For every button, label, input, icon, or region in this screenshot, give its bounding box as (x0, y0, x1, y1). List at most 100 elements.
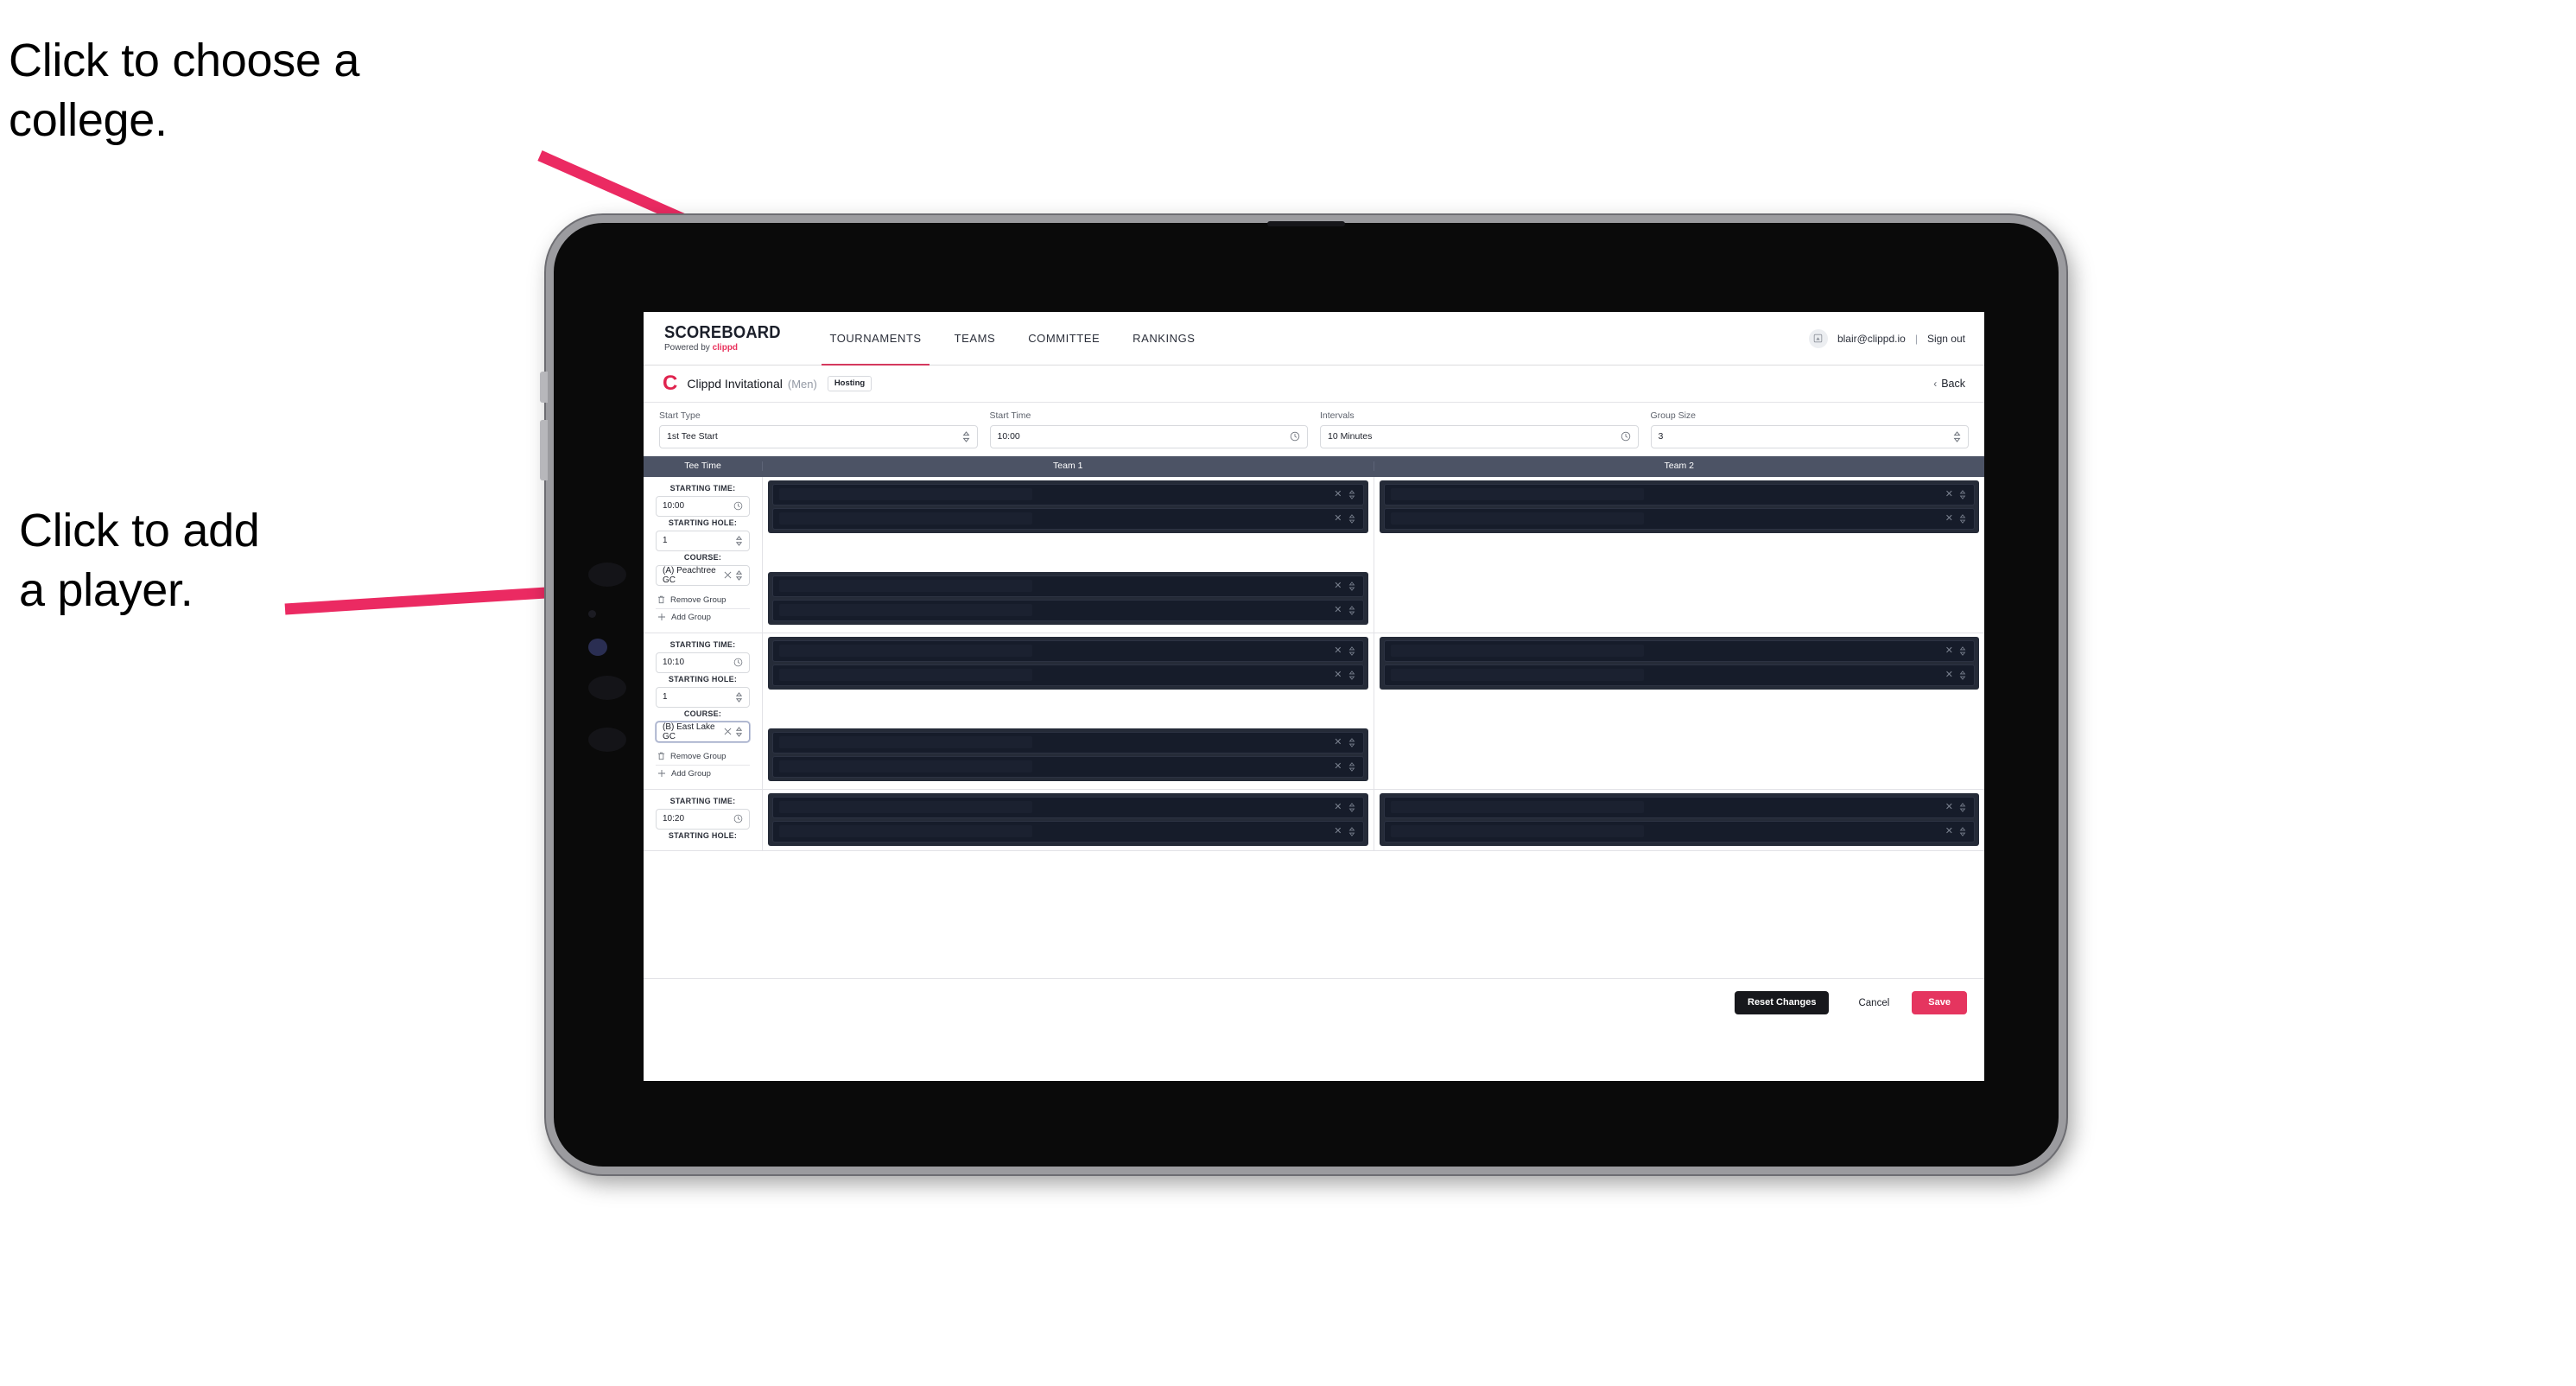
cancel-button[interactable]: Cancel (1841, 991, 1907, 1015)
remove-group-button[interactable]: Remove Group (656, 748, 750, 765)
player-slot-icons: ✕ (1334, 513, 1355, 524)
clock-icon (733, 814, 743, 823)
player-name-redacted (1390, 669, 1644, 681)
control-start-time-label: Start Time (989, 410, 1031, 421)
nav-tab-tournaments[interactable]: TOURNAMENTS (813, 312, 937, 366)
remove-player-icon[interactable]: ✕ (1945, 802, 1953, 812)
nav-tab-teams[interactable]: TEAMS (938, 312, 1012, 365)
starting-hole-label: STARTING HOLE: (668, 830, 738, 840)
nav-tab-rankings[interactable]: RANKINGS (1116, 312, 1211, 365)
tablet-volume-up-button[interactable] (540, 372, 548, 403)
starting-time-label: STARTING TIME: (669, 483, 736, 493)
player-slot[interactable]: ✕ (1383, 820, 1975, 842)
starting-time-input[interactable]: 10:10 (656, 652, 750, 673)
tournament-gender: (Men) (787, 377, 817, 391)
schedule-table-body[interactable]: STARTING TIME: 10:00 STARTING HOLE: 1 CO… (644, 476, 1984, 979)
clear-course-icon[interactable] (724, 569, 743, 581)
back-link[interactable]: ‹ Back (1933, 378, 1965, 390)
player-slot[interactable]: ✕ (1383, 507, 1975, 530)
course-select[interactable]: (A) Peachtree GC (656, 564, 750, 586)
player-slot[interactable]: ✕ (772, 599, 1364, 621)
user-avatar-icon[interactable] (1808, 328, 1828, 348)
stepper-updown-icon (1959, 670, 1966, 680)
remove-player-icon[interactable]: ✕ (1334, 581, 1342, 591)
group-block: ✕ ✕ (1379, 792, 1979, 846)
tablet-indicator-light (588, 639, 607, 656)
sign-out-link[interactable]: Sign out (1927, 333, 1965, 345)
player-slot[interactable]: ✕ (772, 575, 1364, 597)
player-slot-icons: ✕ (1945, 802, 1966, 812)
save-button[interactable]: Save (1912, 991, 1967, 1014)
remove-group-label: Remove Group (670, 751, 726, 761)
add-group-button[interactable]: Add Group (656, 764, 750, 782)
start-time-input[interactable]: 10:00 (989, 424, 1308, 448)
clock-icon (1290, 431, 1300, 442)
remove-player-icon[interactable]: ✕ (1334, 513, 1342, 524)
scoreboard-logo[interactable]: SCOREBOARD Powered by clippd (644, 312, 813, 365)
nav-tab-committee[interactable]: COMMITTEE (1012, 312, 1116, 365)
nav-tab-tournaments-label: TOURNAMENTS (829, 332, 922, 345)
team-1-cell: ✕ ✕ (763, 476, 1374, 633)
player-slot[interactable]: ✕ (772, 664, 1364, 686)
trash-icon (657, 752, 665, 760)
stepper-updown-icon (1959, 802, 1966, 812)
tablet-device-frame: SCOREBOARD Powered by clippd TOURNAMENTS… (540, 215, 2066, 1174)
remove-player-icon[interactable]: ✕ (1334, 737, 1342, 747)
add-group-button[interactable]: Add Group (656, 607, 750, 626)
remove-player-icon[interactable]: ✕ (1334, 605, 1342, 615)
trash-icon (657, 595, 665, 604)
remove-player-icon[interactable]: ✕ (1334, 645, 1342, 656)
annotation-choose-college: Click to choose a college. (9, 35, 360, 147)
remove-player-icon[interactable]: ✕ (1334, 826, 1342, 836)
player-name-redacted (779, 488, 1033, 500)
stepper-updown-icon (1348, 645, 1355, 656)
group-block: ✕ ✕ (768, 728, 1368, 781)
starting-time-input[interactable]: 10:00 (656, 495, 750, 517)
starting-time-input[interactable]: 10:20 (656, 808, 750, 830)
remove-player-icon[interactable]: ✕ (1334, 802, 1342, 812)
player-slot[interactable]: ✕ (772, 731, 1364, 753)
team-1-cell: ✕ ✕ (763, 633, 1374, 789)
stepper-updown-icon (1348, 605, 1355, 615)
player-name-redacted (779, 825, 1033, 837)
tablet-volume-down-button[interactable] (540, 420, 548, 480)
remove-player-icon[interactable]: ✕ (1945, 645, 1953, 656)
starting-hole-value: 1 (663, 692, 668, 702)
reset-changes-button[interactable]: Reset Changes (1735, 991, 1830, 1014)
remove-player-icon[interactable]: ✕ (1945, 826, 1953, 836)
start-type-select[interactable]: 1st Tee Start (659, 424, 978, 448)
player-slot[interactable]: ✕ (1383, 483, 1975, 505)
remove-player-icon[interactable]: ✕ (1945, 513, 1953, 524)
player-slot[interactable]: ✕ (1383, 796, 1975, 818)
player-name-redacted (779, 580, 1033, 592)
add-group-label: Add Group (671, 768, 711, 779)
nav-separator: | (1914, 332, 1918, 345)
plus-icon (657, 613, 666, 621)
remove-player-icon[interactable]: ✕ (1334, 761, 1342, 772)
clear-course-icon[interactable] (724, 726, 743, 737)
starting-hole-input[interactable]: 1 (656, 530, 750, 551)
remove-player-icon[interactable]: ✕ (1334, 670, 1342, 680)
player-slot[interactable]: ✕ (772, 820, 1364, 842)
remove-player-icon[interactable]: ✕ (1945, 489, 1953, 499)
remove-player-icon[interactable]: ✕ (1334, 489, 1342, 499)
player-slot[interactable]: ✕ (772, 755, 1364, 778)
remove-group-button[interactable]: Remove Group (656, 592, 750, 608)
nav-tab-committee-label: COMMITTEE (1028, 332, 1101, 345)
course-value: (A) Peachtree GC (663, 565, 716, 585)
control-start-time: Start Time 10:00 (989, 410, 1308, 448)
remove-player-icon[interactable]: ✕ (1945, 670, 1953, 680)
course-select[interactable]: (B) East Lake GC (656, 721, 750, 742)
player-slot[interactable]: ✕ (1383, 639, 1975, 662)
schedule-scrollbar[interactable] (1980, 477, 1984, 978)
player-slot[interactable]: ✕ (1383, 664, 1975, 686)
player-slot[interactable]: ✕ (772, 639, 1364, 662)
schedule-controls-row: Start Type 1st Tee Start Start Time 10:0… (644, 403, 1984, 456)
player-slot[interactable]: ✕ (772, 507, 1364, 530)
player-slot[interactable]: ✕ (772, 483, 1364, 505)
starting-hole-input[interactable]: 1 (656, 686, 750, 708)
intervals-select[interactable]: 10 Minutes (1320, 424, 1639, 448)
player-slot[interactable]: ✕ (772, 796, 1364, 818)
group-size-stepper[interactable]: 3 (1650, 424, 1969, 448)
group-actions: Remove Group Add Group (656, 592, 750, 626)
